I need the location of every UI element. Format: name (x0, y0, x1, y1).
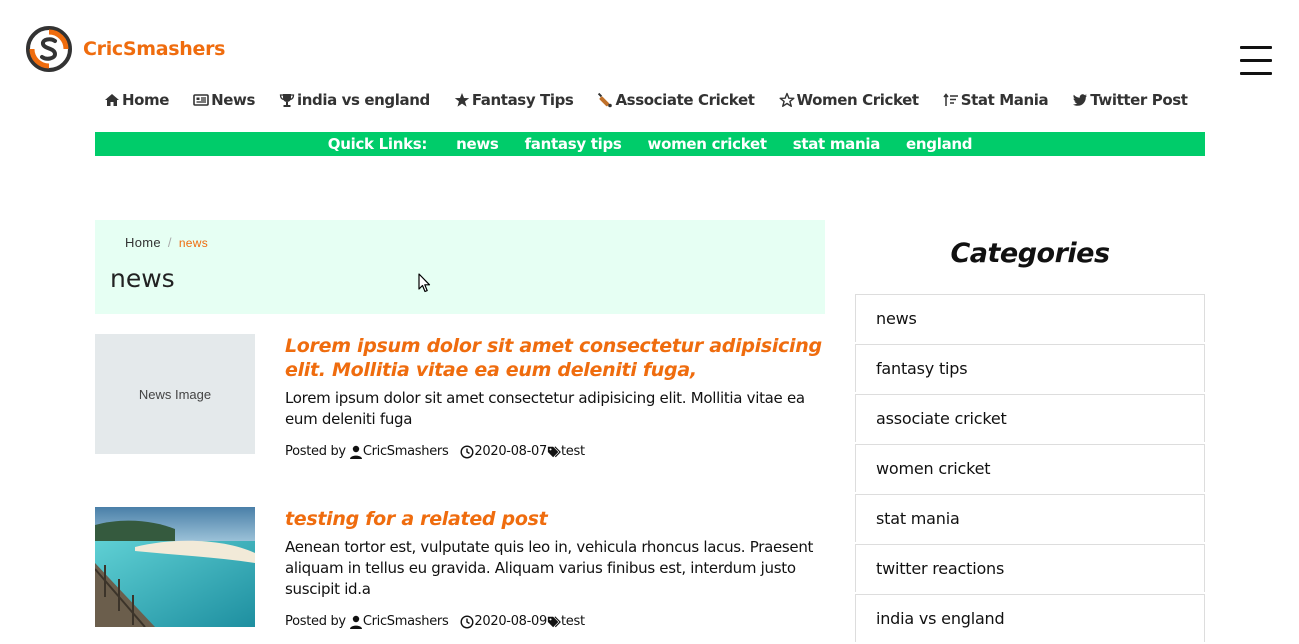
main-nav: Home News india vs england Fantasy Tips … (104, 91, 1188, 109)
site-logo[interactable]: CricSmashers (24, 24, 226, 74)
nav-item-stat-mania[interactable]: Stat Mania (943, 91, 1049, 109)
hamburger-bar (1240, 46, 1272, 49)
category-india-vs-england[interactable]: india vs england (855, 594, 1205, 642)
post-body: testing for a related post Aenean tortor… (285, 507, 825, 629)
nav-item-label: Home (122, 91, 170, 109)
menu-toggle-button[interactable] (1240, 46, 1272, 78)
category-women-cricket[interactable]: women cricket (855, 444, 1205, 492)
newspaper-icon (193, 94, 209, 106)
breadcrumb-separator: / (167, 235, 172, 250)
clock-icon (460, 444, 474, 459)
post-excerpt: Aenean tortor est, vulputate quis leo in… (285, 538, 814, 598)
nav-item-associate-cricket[interactable]: Associate Cricket (597, 91, 755, 109)
quick-links-bar: Quick Links: news fantasy tips women cri… (95, 132, 1205, 156)
hamburger-bar (1240, 59, 1272, 62)
brand-name: CricSmashers (83, 38, 226, 60)
category-stat-mania[interactable]: stat mania (855, 494, 1205, 542)
nav-item-label: Stat Mania (960, 91, 1049, 109)
twitter-icon (1073, 94, 1088, 106)
page-title: news (110, 264, 175, 293)
quick-link-fantasy-tips[interactable]: fantasy tips (525, 135, 622, 153)
thumbnail-placeholder-text: News Image (138, 386, 212, 402)
nav-item-india-vs-england[interactable]: india vs england (279, 91, 430, 109)
nav-item-label: Associate Cricket (615, 91, 755, 109)
quick-links-label: Quick Links: (327, 135, 428, 153)
nav-item-home[interactable]: Home (104, 91, 169, 109)
breadcrumb: Home / news (125, 235, 208, 250)
user-icon (349, 615, 362, 629)
post-body: Lorem ipsum dolor sit amet consectetur a… (285, 334, 825, 459)
post-meta: Posted by CricSmashers 2020-08-09 test (285, 614, 825, 629)
category-associate-cricket[interactable]: associate cricket (855, 394, 1205, 442)
home-icon (105, 94, 119, 106)
mouse-pointer-icon (418, 273, 431, 293)
post-tag[interactable]: test (561, 444, 585, 459)
user-icon (349, 445, 362, 459)
breadcrumb-home-link[interactable]: Home (125, 235, 161, 250)
breadcrumb-current: news (178, 236, 209, 250)
nav-item-women-cricket[interactable]: Women Cricket (779, 91, 919, 109)
star-icon (454, 93, 470, 107)
nav-item-label: Twitter Post (1090, 91, 1188, 109)
nav-item-fantasy-tips[interactable]: Fantasy Tips (454, 91, 574, 109)
posted-by-label: Posted by (285, 614, 346, 629)
post-date: 2020-08-07 (474, 444, 547, 459)
post-title-link[interactable]: testing for a related post (285, 507, 825, 531)
category-fantasy-tips[interactable]: fantasy tips (855, 344, 1205, 392)
nav-item-label: News (211, 91, 255, 109)
quick-link-england[interactable]: england (906, 135, 972, 153)
page-header: Home / news news (95, 220, 825, 314)
post-meta: Posted by CricSmashers 2020-08-07 test (285, 444, 825, 459)
hamburger-bar (1240, 72, 1272, 75)
post-author[interactable]: CricSmashers (363, 444, 449, 459)
trophy-icon (279, 94, 295, 107)
clock-icon (460, 614, 474, 629)
categories-heading: Categories (950, 238, 1110, 269)
category-news[interactable]: news (855, 294, 1205, 342)
tags-icon (547, 615, 561, 627)
post-thumbnail[interactable] (95, 507, 255, 627)
nav-item-twitter-post[interactable]: Twitter Post (1072, 91, 1188, 109)
posted-by-label: Posted by (285, 444, 346, 459)
star-outline-icon (779, 92, 795, 107)
post-tag[interactable]: test (561, 614, 585, 629)
sort-icon (943, 93, 958, 106)
post-thumbnail[interactable]: News Image (95, 334, 255, 454)
post-title-link[interactable]: Lorem ipsum dolor sit amet consectetur a… (285, 334, 825, 382)
nav-item-news[interactable]: News (193, 91, 255, 109)
post-author[interactable]: CricSmashers (363, 614, 449, 629)
category-twitter-reactions[interactable]: twitter reactions (855, 544, 1205, 592)
cricket-bat-icon (598, 92, 613, 108)
post-date: 2020-08-09 (474, 614, 547, 629)
categories-list: news fantasy tips associate cricket wome… (855, 294, 1205, 644)
logo-icon (26, 26, 72, 72)
quick-link-news[interactable]: news (456, 135, 499, 153)
nav-item-label: india vs england (296, 91, 430, 109)
quick-link-women-cricket[interactable]: women cricket (648, 135, 768, 153)
nav-item-label: Fantasy Tips (471, 91, 574, 109)
post-excerpt: Lorem ipsum dolor sit amet consectetur a… (285, 389, 805, 428)
tags-icon (547, 445, 561, 457)
quick-link-stat-mania[interactable]: stat mania (793, 135, 881, 153)
nav-item-label: Women Cricket (796, 91, 920, 109)
